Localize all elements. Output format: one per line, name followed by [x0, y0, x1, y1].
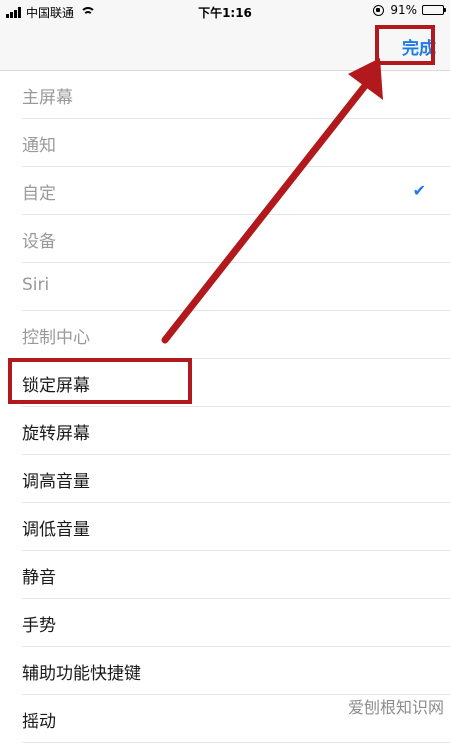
watermark: 爱刨根知识网 [347, 698, 444, 717]
list-item-volume-up[interactable]: 调高音量 [22, 455, 450, 503]
list-item-label: 主屏幕 [22, 88, 73, 108]
status-bar: 中国联通 下午1:16 91% [0, 0, 450, 24]
settings-list: 主屏幕 通知 自定 ✔ 设备 Siri 控制中心 锁定屏幕 旋转屏幕 调高音量 调… [0, 71, 450, 743]
checkmark-icon: ✔ [412, 181, 426, 200]
list-item-label: 调低音量 [22, 520, 90, 540]
list-item-label: 自定 [22, 184, 56, 204]
list-item-label: 辅助功能快捷键 [22, 664, 141, 684]
battery-icon [422, 5, 446, 15]
battery-percent: 91% [390, 3, 417, 17]
annotation-box-done [375, 25, 435, 65]
rotation-lock-icon [373, 4, 385, 16]
list-item-label: 通知 [22, 136, 56, 156]
list-item-control-center[interactable]: 控制中心 [22, 311, 450, 359]
list-item-volume-down[interactable]: 调低音量 [22, 503, 450, 551]
list-item-label: Siri [22, 275, 50, 295]
list-item-label: 设备 [22, 232, 56, 252]
list-item-label: 调高音量 [22, 472, 90, 492]
list-item-home-screen[interactable]: 主屏幕 [22, 71, 450, 119]
list-item-rotate-screen[interactable]: 旋转屏幕 [22, 407, 450, 455]
annotation-box-lock-screen [8, 358, 192, 404]
status-right: 91% [373, 3, 446, 17]
list-item-mute[interactable]: 静音 [22, 551, 450, 599]
list-item-custom[interactable]: 自定 ✔ [22, 167, 450, 215]
list-item-accessibility-shortcut[interactable]: 辅助功能快捷键 [22, 647, 450, 695]
list-item-notifications[interactable]: 通知 [22, 119, 450, 167]
list-item-gestures[interactable]: 手势 [22, 599, 450, 647]
list-item-siri[interactable]: Siri [22, 263, 450, 311]
list-item-label: 控制中心 [22, 328, 90, 348]
list-item-label: 手势 [22, 616, 56, 636]
list-item-label: 静音 [22, 568, 56, 588]
list-item-device[interactable]: 设备 [22, 215, 450, 263]
list-item-label: 旋转屏幕 [22, 424, 90, 444]
